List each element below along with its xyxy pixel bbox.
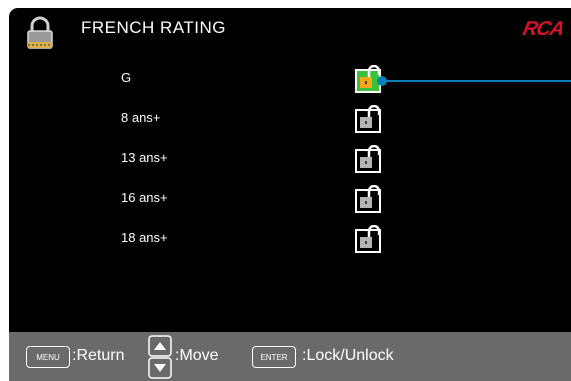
rating-label: 13 ans+ xyxy=(121,150,168,165)
up-down-arrow-keys-icon xyxy=(148,335,172,379)
lock-unlock-hint: :Lock/Unlock xyxy=(302,347,394,364)
selection-connector-line xyxy=(382,80,571,82)
unlock-icon[interactable] xyxy=(355,105,385,133)
rating-label: G xyxy=(121,70,132,85)
page-title: FRENCH RATING xyxy=(81,18,227,37)
rating-row-13[interactable]: 13 ans+ xyxy=(9,143,571,175)
unlock-icon[interactable] xyxy=(355,185,385,213)
rating-row-8[interactable]: 8 ans+ xyxy=(9,103,571,135)
rating-label: 16 ans+ xyxy=(121,190,168,205)
selection-connector-dot xyxy=(377,76,387,86)
rating-row-16[interactable]: 16 ans+ xyxy=(9,183,571,215)
padlock-icon xyxy=(27,16,53,49)
rca-logo: RCA xyxy=(520,18,566,40)
menu-key: MENU xyxy=(26,346,70,368)
unlock-icon[interactable] xyxy=(355,225,385,253)
rating-row-g[interactable]: G xyxy=(9,63,571,95)
move-hint: :Move xyxy=(175,347,219,364)
rating-screen: FRENCH RATING RCA G 8 ans+ 13 ans+ 16 an… xyxy=(9,8,571,381)
rating-label: 18 ans+ xyxy=(121,230,168,245)
rating-label: 8 ans+ xyxy=(121,110,161,125)
enter-key: ENTER xyxy=(252,346,296,368)
menu-hint: :Return xyxy=(72,347,125,364)
key-hint-bar: MENU :Return :Move ENTER :Lock/Unlock xyxy=(9,332,571,381)
unlock-icon[interactable] xyxy=(355,145,385,173)
rating-row-18[interactable]: 18 ans+ xyxy=(9,223,571,255)
